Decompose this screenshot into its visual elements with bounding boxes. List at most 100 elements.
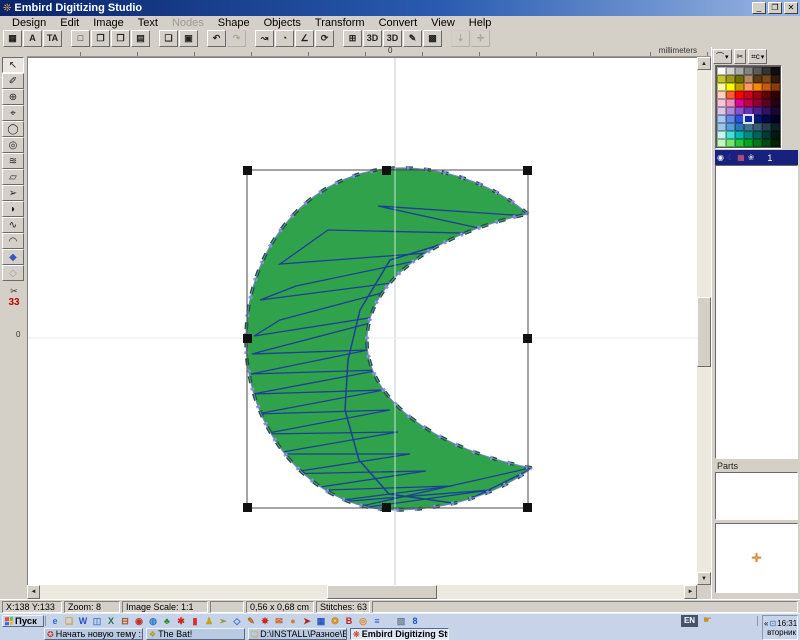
palette-color[interactable]: [762, 139, 771, 147]
palette-color[interactable]: [762, 115, 771, 123]
palette-color[interactable]: [726, 131, 735, 139]
scroll-right-arrow[interactable]: ►: [684, 585, 697, 599]
palette-color[interactable]: [771, 115, 780, 123]
angle[interactable]: ∠: [295, 30, 314, 47]
winzip-icon[interactable]: ⊟: [118, 615, 132, 627]
copy[interactable]: ❏: [159, 30, 178, 47]
menu-item[interactable]: Nodes: [165, 17, 211, 29]
lines-icon[interactable]: ≡: [370, 615, 384, 627]
palette-color[interactable]: [735, 123, 744, 131]
palette-color[interactable]: [744, 75, 753, 83]
word-icon[interactable]: W: [76, 615, 90, 627]
alert-icon[interactable]: ▮: [188, 615, 202, 627]
palette-color[interactable]: [726, 115, 735, 123]
parts-list[interactable]: [715, 472, 798, 520]
pen-icon[interactable]: ✎: [244, 615, 258, 627]
horizontal-scroll-thumb[interactable]: [327, 585, 437, 599]
palette-color[interactable]: [771, 123, 780, 131]
arrow-shape[interactable]: ➢: [2, 185, 24, 201]
menu-item[interactable]: Shape: [211, 17, 257, 29]
palette-color[interactable]: [753, 75, 762, 83]
select[interactable]: ↖: [2, 57, 24, 73]
menu-item[interactable]: Convert: [372, 17, 425, 29]
palette-color[interactable]: [762, 99, 771, 107]
palette-color[interactable]: [744, 139, 753, 147]
lettering[interactable]: A: [23, 30, 42, 47]
zoom-1-1[interactable]: ⌖: [2, 105, 24, 121]
palette-color[interactable]: [717, 139, 726, 147]
palette-color[interactable]: [717, 131, 726, 139]
taskbar-window-button[interactable]: ✪ Начать новую тему :: B...: [44, 628, 143, 640]
jump-stitch-button[interactable]: ✂: [734, 49, 747, 64]
save[interactable]: ▤: [131, 30, 150, 47]
palette-color[interactable]: [735, 107, 744, 115]
small-lettering[interactable]: TA: [43, 30, 62, 47]
undo[interactable]: ↶: [207, 30, 226, 47]
object-list[interactable]: [715, 165, 798, 459]
merge[interactable]: ❐: [111, 30, 130, 47]
menu-item[interactable]: Design: [5, 17, 53, 29]
gauge[interactable]: ◔: [275, 30, 294, 47]
palette-color[interactable]: [762, 67, 771, 75]
palette-color[interactable]: [735, 139, 744, 147]
palette-color[interactable]: [735, 91, 744, 99]
regenerate[interactable]: ⟳: [315, 30, 334, 47]
palette-color[interactable]: [771, 75, 780, 83]
view-3d-real[interactable]: 3D: [383, 30, 402, 47]
freehand-shape[interactable]: ◯: [2, 121, 24, 137]
palette-color[interactable]: [753, 139, 762, 147]
star-icon[interactable]: ✱: [174, 615, 188, 627]
design-browser[interactable]: ▦: [3, 30, 22, 47]
palette-color[interactable]: [753, 83, 762, 91]
palette-color[interactable]: [771, 83, 780, 91]
bluetooth-icon[interactable]: 8: [408, 615, 422, 627]
scroll-left-arrow[interactable]: ◄: [27, 585, 40, 599]
restore-button[interactable]: ❐: [768, 2, 782, 14]
arc-tool[interactable]: ◠: [2, 233, 24, 249]
density-dropdown[interactable]: ⌗c ▾: [748, 49, 767, 64]
close-button[interactable]: ✕: [784, 2, 798, 14]
palette-color[interactable]: [771, 131, 780, 139]
palette-color[interactable]: [771, 107, 780, 115]
palette-color[interactable]: [717, 99, 726, 107]
palette-color[interactable]: [753, 107, 762, 115]
scroll-up-arrow[interactable]: ▲: [697, 57, 711, 70]
strokes[interactable]: ✎: [403, 30, 422, 47]
open[interactable]: ❒: [91, 30, 110, 47]
design-canvas[interactable]: [27, 57, 697, 585]
palette-color[interactable]: [753, 131, 762, 139]
palette-color[interactable]: [735, 67, 744, 75]
taskbar-window-button[interactable]: ❊ Embird Digitizing Stud...: [350, 628, 449, 640]
palette-color[interactable]: [726, 91, 735, 99]
palette-color[interactable]: [762, 123, 771, 131]
view-3d[interactable]: 3D: [363, 30, 382, 47]
palette-color[interactable]: [744, 131, 753, 139]
works-icon[interactable]: ◫: [90, 615, 104, 627]
column-alt-tool[interactable]: ◇: [2, 265, 24, 281]
closed-shape[interactable]: ◗: [2, 201, 24, 217]
mail-icon[interactable]: ✉: [272, 615, 286, 627]
palette-color[interactable]: [762, 91, 771, 99]
palette-color[interactable]: [753, 123, 762, 131]
menu-item[interactable]: Text: [131, 17, 165, 29]
sun-icon[interactable]: ❂: [328, 615, 342, 627]
menu-item[interactable]: Help: [462, 17, 499, 29]
diamond-icon[interactable]: ◇: [230, 615, 244, 627]
toolbar-button[interactable]: [247, 30, 254, 47]
palette-color[interactable]: [762, 83, 771, 91]
palette-color[interactable]: [717, 83, 726, 91]
patch-shape[interactable]: ▱: [2, 169, 24, 185]
frame[interactable]: ⊞: [343, 30, 362, 47]
display-tray-icon[interactable]: ⊡: [769, 619, 776, 628]
palette-color[interactable]: [753, 67, 762, 75]
palette-color[interactable]: [735, 99, 744, 107]
palette-color[interactable]: [717, 107, 726, 115]
start-button[interactable]: Пуск: [2, 615, 44, 627]
palette-color[interactable]: [753, 99, 762, 107]
curve-tool[interactable]: ↝: [255, 30, 274, 47]
palette-color[interactable]: [717, 123, 726, 131]
palette-color[interactable]: [726, 107, 735, 115]
palette-color[interactable]: [726, 139, 735, 147]
new[interactable]: □: [71, 30, 90, 47]
bat-icon[interactable]: B: [342, 615, 356, 627]
